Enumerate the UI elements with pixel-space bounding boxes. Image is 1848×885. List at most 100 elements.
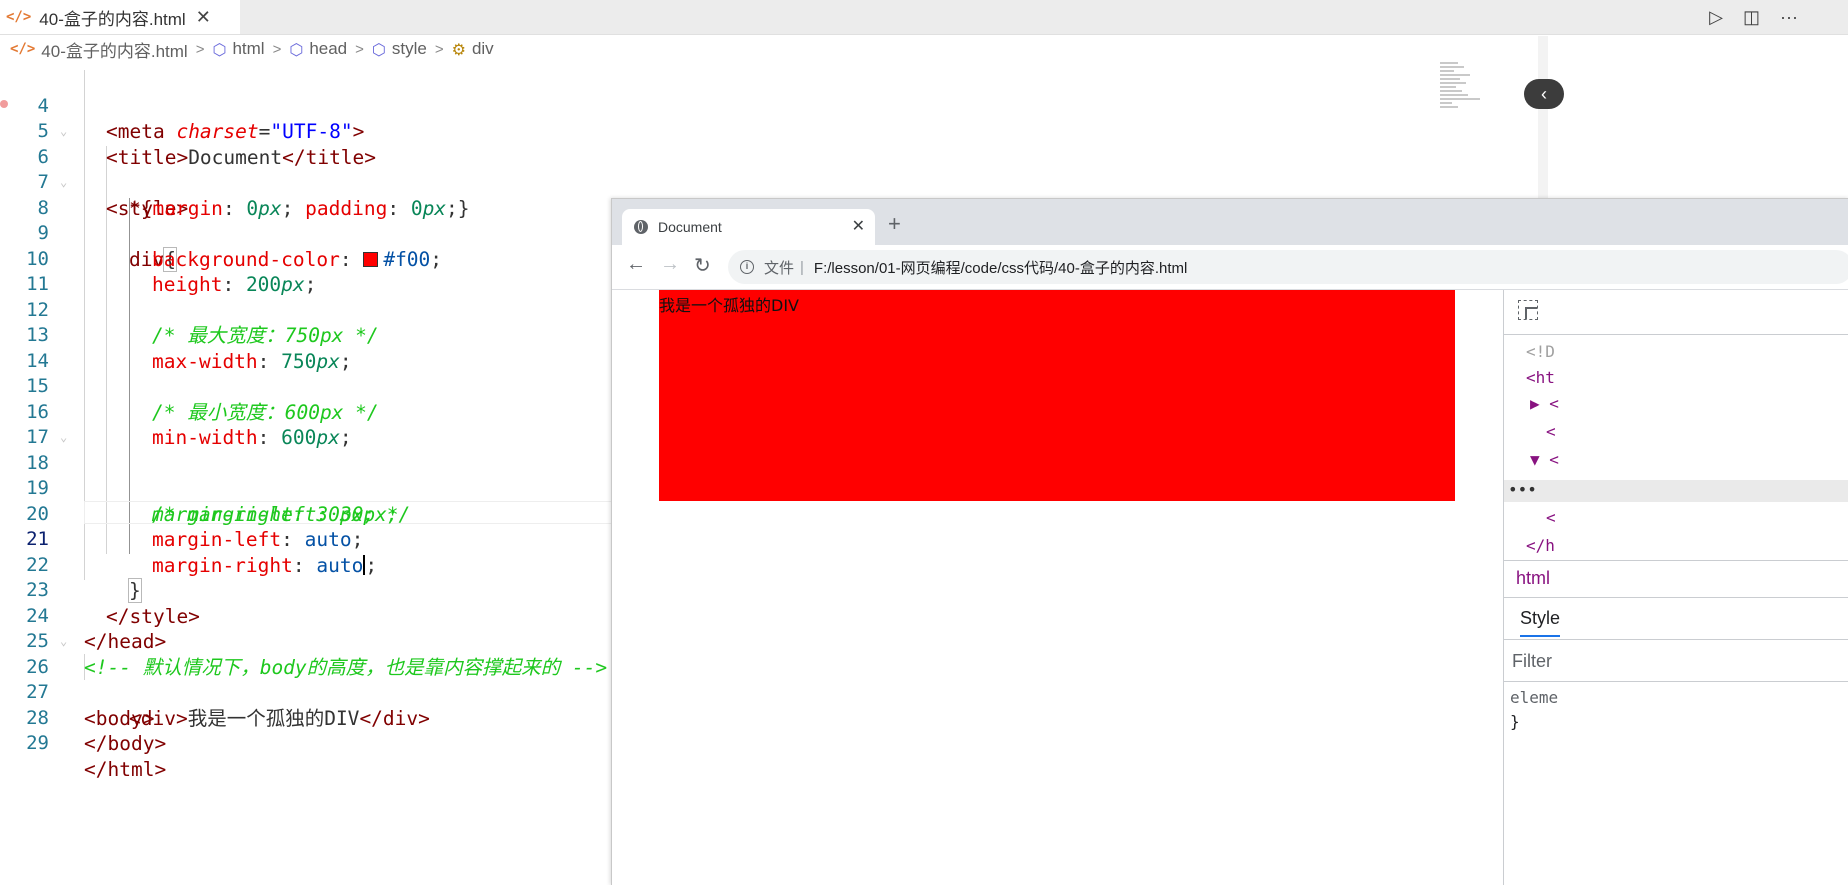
color-swatch[interactable] (363, 251, 379, 267)
breadcrumb-label: div (471, 39, 494, 58)
code-line: 20 margin-left: auto; (0, 476, 363, 552)
run-icon[interactable]: ▷ (1709, 7, 1723, 28)
token: margin (152, 196, 223, 220)
token: 0 (246, 196, 259, 220)
tab-styles[interactable]: Style (1520, 608, 1561, 637)
token: charset (176, 120, 259, 143)
dom-node-row[interactable]: <!D (1526, 342, 1555, 361)
breadcrumb-label: 40-盒子的内容.html (41, 41, 188, 61)
back-arrow-icon[interactable]: ← (626, 253, 646, 276)
dom-node-row[interactable]: ▶ < (1530, 394, 1559, 413)
code-line: 6 ⌄ <style> (0, 119, 189, 220)
token: <meta (106, 120, 177, 143)
close-icon[interactable]: ✕ (196, 7, 211, 28)
fold-chevron-icon[interactable]: ⌄ (60, 170, 67, 196)
breadcrumb-item-html[interactable]: ⬡ html (212, 39, 264, 59)
dom-node-row[interactable]: < (1546, 508, 1556, 527)
page-viewport: 我是一个孤独的DIV (612, 290, 1503, 885)
more-actions-icon[interactable]: ··· (1780, 7, 1798, 28)
token: 600 (281, 426, 317, 449)
code-line: 18 ⌄ /* margin-left: 30px; (0, 425, 398, 526)
new-tab-button[interactable]: + (888, 211, 901, 237)
browser-tab[interactable]: Document ✕ (622, 209, 875, 245)
code-line: 17 (0, 400, 49, 448)
css-selector-icon: ⚙ (451, 39, 466, 59)
token: ; (304, 273, 317, 296)
close-icon[interactable]: ✕ (852, 216, 865, 236)
fold-chevron-icon[interactable]: ⌄ (60, 119, 67, 145)
red-div-box: 我是一个孤独的DIV (659, 290, 1455, 501)
line-content: *{margin: 0px; padding: 0px;} (129, 196, 470, 222)
breadcrumb-item-head[interactable]: ⬡ head (289, 39, 347, 59)
chevron-right-icon: > (355, 40, 364, 58)
token: </body> (84, 732, 167, 755)
dom-node-row[interactable]: ▼ < (1530, 450, 1559, 469)
url-text[interactable]: F:/lesson/01-网页编程/code/css代码/40-盒子的内容.ht… (814, 257, 1187, 278)
code-line: 25 <!-- 默认情况下，body的高度，也是靠内容撑起来的 --> (0, 604, 607, 679)
breadcrumb-item-file[interactable]: </> 40-盒子的内容.html (10, 37, 188, 62)
token: *{ (129, 196, 153, 220)
minimap[interactable] (1440, 60, 1490, 110)
token: </title> (282, 145, 377, 169)
breadcrumb-label: head (309, 39, 348, 58)
line-content: background-color: #f00; (152, 247, 442, 273)
html-file-icon: </> (6, 9, 32, 25)
token: ; (281, 196, 306, 220)
token: } (128, 578, 142, 603)
ellipsis-icon[interactable]: ••• (1508, 480, 1537, 499)
breadcrumb-label: style (391, 39, 427, 58)
line-number: 29 (26, 732, 49, 754)
line-content: /* 最小宽度：600px */ (152, 400, 379, 426)
style-rule-close: } (1510, 712, 1520, 731)
div-text: 我是一个孤独的DIV (659, 296, 799, 315)
address-bar[interactable]: i 文件 | F:/lesson/01-网页编程/code/css代码/40-盒… (728, 250, 1848, 284)
style-rule-selector: eleme (1510, 688, 1559, 707)
selected-node-highlight (1504, 480, 1848, 502)
line-content: <meta charset="UTF-8"> (106, 119, 364, 145)
chevron-left-icon[interactable]: ‹ (1524, 79, 1564, 109)
code-line: 24 </head> (0, 578, 166, 654)
info-icon[interactable]: i (740, 260, 754, 274)
token: </style> (106, 604, 200, 628)
fold-chevron-icon[interactable]: ⌄ (60, 425, 67, 451)
token: ; (351, 528, 364, 551)
token: : (257, 426, 282, 449)
devtools-crumb-html[interactable]: html (1516, 568, 1550, 589)
fold-chevron-icon[interactable]: ⌄ (60, 629, 67, 655)
divider: | (800, 258, 804, 276)
token: : (222, 273, 246, 296)
line-content: max-width: 750px; (152, 349, 352, 375)
breadcrumb-item-style[interactable]: ⬡ style (372, 39, 427, 59)
cube-icon: ⬡ (289, 39, 304, 59)
token: Document (188, 145, 283, 169)
styles-filter-input[interactable] (1510, 646, 1834, 676)
dom-node-row[interactable]: </h (1526, 536, 1555, 555)
token: ; (339, 349, 352, 373)
token: margin-right: 30px; */ (152, 502, 411, 526)
breadcrumb-label: html (232, 39, 265, 58)
token: <!-- 默认情况下，body的高度，也是靠内容撑起来的 --> (84, 655, 608, 679)
editor-tab-file[interactable]: </> 40-盒子的内容.html ✕ (0, 0, 240, 34)
editor-tab-bar: </> 40-盒子的内容.html ✕ ▷ ◫ ··· (0, 0, 1848, 35)
token: auto (304, 528, 352, 551)
browser-window: Document ✕ + ← → ↻ i 文件 | F:/lesson/01-网… (611, 198, 1848, 885)
dom-node-row[interactable]: < (1546, 422, 1556, 441)
forward-arrow-icon[interactable]: → (660, 253, 680, 276)
token: min-width (152, 426, 258, 449)
code-line: 13 max-width: 750px; (0, 298, 352, 373)
token: padding (305, 196, 388, 220)
code-line: 8 ⌄ div{ (0, 170, 177, 272)
code-line: 19 margin-right: 30px; */ (0, 451, 410, 526)
token: ;} (446, 196, 470, 220)
editor-actions: ▷ ◫ ··· (1709, 0, 1798, 34)
code-line: 15 /* 最小宽度：600px */ (0, 349, 379, 424)
styles-filter (1504, 640, 1848, 682)
token: 0 (410, 196, 423, 220)
dom-node-row[interactable]: <ht (1526, 368, 1555, 387)
reload-icon[interactable]: ↻ (694, 253, 711, 278)
split-editor-icon[interactable]: ◫ (1743, 7, 1760, 28)
code-line: 7 *{margin: 0px; padding: 0px;} (0, 145, 470, 220)
breadcrumb-item-div[interactable]: ⚙ div (452, 39, 494, 59)
code-line: 26 ⌄ <body> (0, 629, 154, 730)
inspect-element-icon[interactable] (1518, 300, 1538, 320)
